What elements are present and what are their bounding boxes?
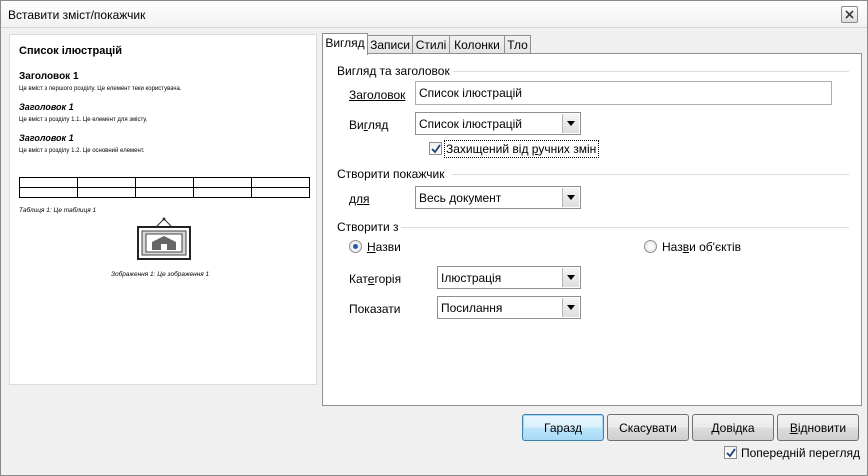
tab-background[interactable]: Тло <box>504 35 531 54</box>
category-select[interactable]: Ілюстрація <box>437 266 581 289</box>
insert-index-dialog: Вставити зміст/покажчик Список ілюстраці… <box>0 0 868 476</box>
section-divider <box>401 227 849 228</box>
type-select-value: Список ілюстрацій <box>419 117 523 131</box>
display-label: Показати <box>349 302 401 316</box>
section-create-index: Створити покажчик <box>337 167 445 181</box>
chevron-down-icon <box>562 268 579 287</box>
captions-radio[interactable] <box>349 240 362 253</box>
section-type-and-title: Вигляд та заголовок <box>337 64 450 78</box>
preview-image-caption: Зображення 1: Це зображення 1 <box>111 271 210 278</box>
check-icon <box>431 144 441 154</box>
preview-heading-1: Заголовок 1 <box>19 71 79 82</box>
category-label: Категорія <box>349 272 402 286</box>
title-label: Заголовок <box>349 88 406 102</box>
tab-columns[interactable]: Колонки <box>449 35 505 54</box>
title-bar: Вставити зміст/покажчик <box>1 1 867 28</box>
close-button[interactable] <box>841 6 858 23</box>
preview-index-title: Список ілюстрацій <box>19 45 122 57</box>
for-label: для <box>349 192 370 206</box>
captions-label: Назви <box>367 240 401 254</box>
chevron-down-icon <box>562 188 579 207</box>
object-names-label: Назви об'єктів <box>662 240 742 254</box>
protected-label: Захищений від ручних змін <box>446 142 597 156</box>
section-divider <box>453 71 849 72</box>
tab-panel-type <box>322 53 862 406</box>
cancel-button[interactable]: Скасувати <box>607 414 689 441</box>
display-select[interactable]: Посилання <box>437 296 581 319</box>
preview-heading-1-1-text: Це вміст з розділу 1.1. Це елемент для з… <box>19 117 148 123</box>
preview-checkbox[interactable] <box>724 446 737 459</box>
picture-icon <box>137 217 191 260</box>
object-names-radio[interactable] <box>644 240 657 253</box>
preview-heading-1-1: Заголовок 1 <box>19 102 74 112</box>
section-divider <box>452 174 849 175</box>
category-select-value: Ілюстрація <box>441 271 502 285</box>
type-label: Вигляд <box>349 118 389 132</box>
scope-select-value: Весь документ <box>419 191 502 205</box>
preview-heading-1-2-text: Це вміст з розділу 1.2. Це основний елем… <box>19 148 145 154</box>
reset-button[interactable]: Відновити <box>777 414 859 441</box>
display-select-value: Посилання <box>441 301 503 315</box>
help-button[interactable]: Довідка <box>692 414 774 441</box>
preview-table <box>19 177 310 198</box>
chevron-down-icon <box>562 298 579 317</box>
preview-heading-1-text: Це вміст з першого розділу. Це елемент т… <box>19 86 182 92</box>
preview-checkbox-label: Попередній перегляд <box>741 446 861 460</box>
preview-pane: Список ілюстрацій Заголовок 1 Це вміст з… <box>9 34 317 385</box>
protected-checkbox[interactable] <box>429 142 442 155</box>
section-create-from: Створити з <box>337 220 399 234</box>
tab-entries[interactable]: Записи <box>367 35 413 54</box>
tab-type[interactable]: Вигляд <box>322 33 368 55</box>
ok-button[interactable]: Гаразд <box>522 414 604 441</box>
window-title: Вставити зміст/покажчик <box>8 8 146 22</box>
preview-table-caption: Таблиця 1: Це таблиця 1 <box>19 207 97 214</box>
check-icon <box>726 448 736 458</box>
type-select[interactable]: Список ілюстрацій <box>415 112 581 135</box>
scope-select[interactable]: Весь документ <box>415 186 581 209</box>
preview-heading-1-2: Заголовок 1 <box>19 133 74 143</box>
title-input[interactable]: Список ілюстрацій <box>415 81 832 105</box>
tab-styles[interactable]: Стилі <box>412 35 450 54</box>
close-icon <box>845 10 854 19</box>
chevron-down-icon <box>562 114 579 133</box>
